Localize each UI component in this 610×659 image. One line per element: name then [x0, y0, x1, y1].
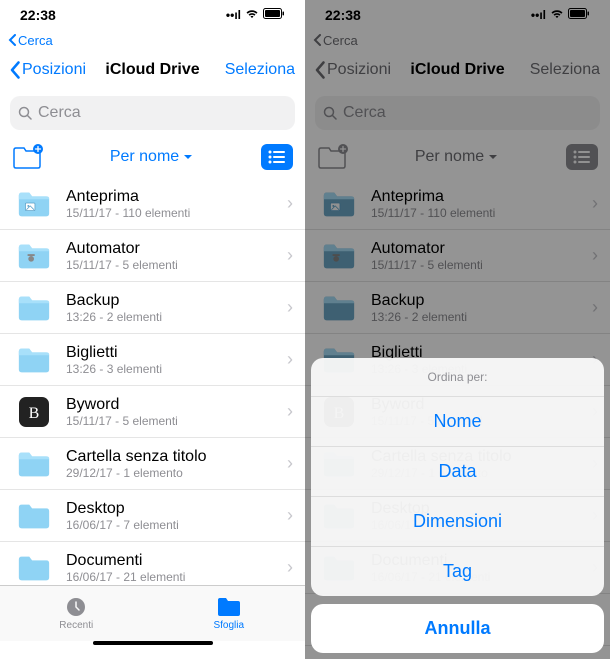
tab-recent[interactable]: Recenti [0, 586, 153, 641]
chevron-down-icon [183, 154, 193, 160]
back-link-label: Cerca [18, 33, 53, 48]
list-item-meta: 16/06/17 - 21 elementi [66, 570, 273, 584]
folder-icon [16, 345, 52, 375]
list-item-name: Desktop [66, 500, 273, 518]
list-item[interactable]: Anteprima15/11/17 - 110 elementi › [0, 178, 305, 230]
right-screenshot: 22:38 ••ıl Cerca Posizioni iCloud Drive … [305, 0, 610, 659]
list-item-name: Byword [66, 396, 273, 414]
new-folder-button[interactable] [12, 144, 42, 170]
byword-icon: B [16, 397, 52, 427]
search-placeholder: Cerca [38, 104, 81, 122]
nav-bar: Posizioni iCloud Drive Seleziona [0, 50, 305, 90]
sort-option-size[interactable]: Dimensioni [311, 497, 604, 547]
svg-text:B: B [29, 405, 40, 422]
tab-browse-label: Sfoglia [213, 620, 244, 631]
list-item-texts: Documenti16/06/17 - 21 elementi [66, 552, 273, 584]
cancel-button[interactable]: Annulla [311, 604, 604, 653]
list-item-name: Backup [66, 292, 273, 310]
folder-plus-icon [12, 144, 44, 170]
list-item[interactable]: Desktop16/06/17 - 7 elementi › [0, 490, 305, 542]
tab-bar: Recenti Sfoglia [0, 585, 305, 641]
search-icon [18, 106, 32, 120]
status-time: 22:38 [20, 7, 56, 23]
back-button-label: Posizioni [22, 61, 86, 79]
back-button[interactable]: Posizioni [10, 61, 86, 79]
list-item-texts: Byword15/11/17 - 5 elementi [66, 396, 273, 428]
chevron-right-icon: › [287, 297, 293, 318]
list-item-meta: 13:26 - 2 elementi [66, 310, 273, 324]
battery-icon [263, 8, 285, 22]
list-item-texts: Cartella senza titolo29/12/17 - 1 elemen… [66, 448, 273, 480]
select-button[interactable]: Seleziona [225, 61, 295, 79]
folder-icon [16, 293, 52, 323]
search-back-link[interactable]: Cerca [8, 33, 53, 48]
signal-icon: ••ıl [226, 8, 241, 22]
wifi-icon [245, 8, 259, 22]
status-indicators: ••ıl [226, 8, 285, 22]
folder-flat-icon [16, 501, 52, 531]
list-item[interactable]: B Byword15/11/17 - 5 elementi › [0, 386, 305, 438]
list-item-texts: Desktop16/06/17 - 7 elementi [66, 500, 273, 532]
list-item-meta: 15/11/17 - 5 elementi [66, 258, 273, 272]
tab-browse[interactable]: Sfoglia [153, 586, 306, 641]
chevron-right-icon: › [287, 193, 293, 214]
list-item-meta: 16/06/17 - 7 elementi [66, 518, 273, 532]
list-icon [268, 150, 286, 164]
left-screenshot: 22:38 ••ıl Cerca Posizioni iCloud Drive … [0, 0, 305, 659]
list-item-name: Documenti [66, 552, 273, 570]
list-item-texts: Biglietti13:26 - 3 elementi [66, 344, 273, 376]
list-item-meta: 13:26 - 3 elementi [66, 362, 273, 376]
search-input[interactable]: Cerca [10, 96, 295, 130]
sheet-title: Ordina per: [311, 358, 604, 397]
sort-button[interactable]: Per nome [110, 148, 193, 166]
list-item[interactable]: Automator15/11/17 - 5 elementi › [0, 230, 305, 282]
list-item[interactable]: Biglietti13:26 - 3 elementi › [0, 334, 305, 386]
chevron-right-icon: › [287, 505, 293, 526]
folder-flat-icon [16, 553, 52, 583]
search-container: Cerca [0, 90, 305, 136]
list-item-texts: Backup13:26 - 2 elementi [66, 292, 273, 324]
tab-recent-label: Recenti [59, 620, 93, 631]
list-item-name: Anteprima [66, 188, 273, 206]
back-link-row: Cerca [0, 30, 305, 50]
folder-icon [16, 449, 52, 479]
sort-label: Per nome [110, 148, 179, 166]
home-indicator[interactable] [0, 641, 305, 659]
list-view-button[interactable] [261, 144, 293, 170]
page-title: iCloud Drive [105, 61, 199, 79]
clock-icon [65, 596, 87, 618]
folder-preview-icon [16, 189, 52, 219]
chevron-right-icon: › [287, 401, 293, 422]
list-item-texts: Automator15/11/17 - 5 elementi [66, 240, 273, 272]
chevron-right-icon: › [287, 245, 293, 266]
list-item-meta: 15/11/17 - 110 elementi [66, 206, 273, 220]
sort-option-tag[interactable]: Tag [311, 547, 604, 596]
chevron-right-icon: › [287, 557, 293, 578]
list-item[interactable]: Backup13:26 - 2 elementi › [0, 282, 305, 334]
chevron-left-icon [8, 34, 16, 46]
list-item-texts: Anteprima15/11/17 - 110 elementi [66, 188, 273, 220]
toolbar: Per nome [0, 136, 305, 178]
file-list[interactable]: Anteprima15/11/17 - 110 elementi›Automat… [0, 178, 305, 585]
list-item[interactable]: Cartella senza titolo29/12/17 - 1 elemen… [0, 438, 305, 490]
list-item-name: Biglietti [66, 344, 273, 362]
sort-option-date[interactable]: Data [311, 447, 604, 497]
folder-automator-icon [16, 241, 52, 271]
list-item-name: Cartella senza titolo [66, 448, 273, 466]
chevron-right-icon: › [287, 349, 293, 370]
list-item-meta: 15/11/17 - 5 elementi [66, 414, 273, 428]
chevron-left-icon [10, 61, 20, 79]
status-bar: 22:38 ••ıl [0, 0, 305, 30]
list-item-meta: 29/12/17 - 1 elemento [66, 466, 273, 480]
action-sheet: Ordina per: Nome Data Dimensioni Tag Ann… [311, 358, 604, 653]
folder-icon [216, 596, 242, 618]
list-item[interactable]: Documenti16/06/17 - 21 elementi › [0, 542, 305, 585]
chevron-right-icon: › [287, 453, 293, 474]
sort-option-name[interactable]: Nome [311, 397, 604, 447]
list-item-name: Automator [66, 240, 273, 258]
